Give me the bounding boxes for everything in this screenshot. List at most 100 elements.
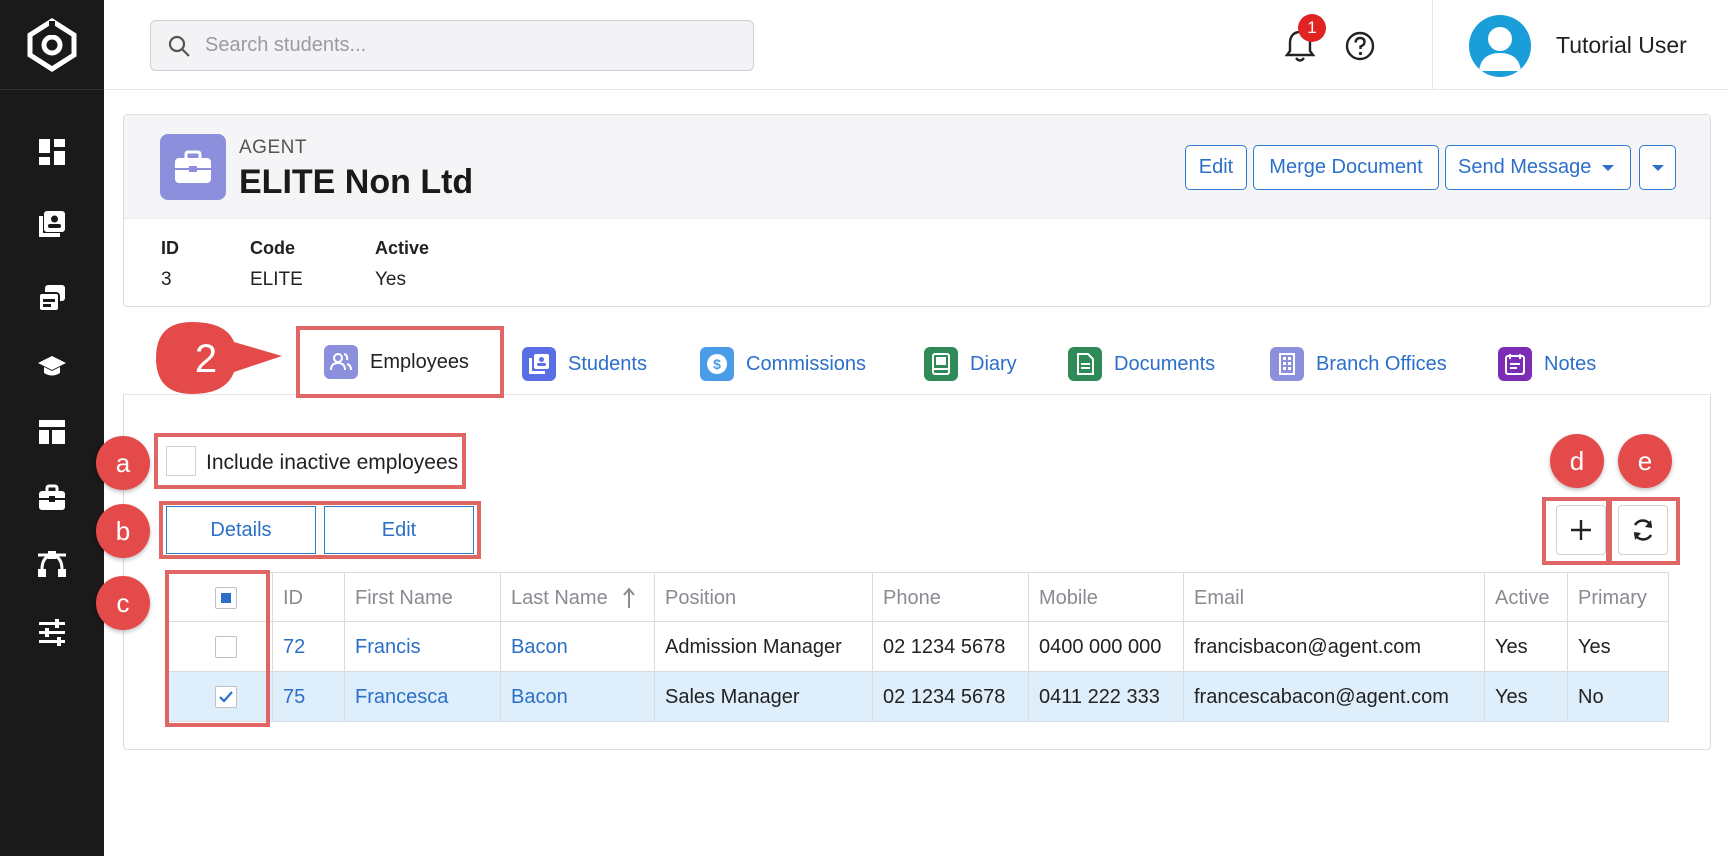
employee-first-name-link[interactable]: Francesca [344, 672, 500, 722]
callout-e: e [1618, 434, 1672, 488]
column-header-phone[interactable]: Phone [872, 573, 1028, 623]
field-value-code: ELITE [250, 269, 303, 290]
nav-courses[interactable] [0, 270, 104, 326]
tab-documents[interactable]: Documents [1068, 338, 1215, 390]
add-employee-button[interactable] [1556, 505, 1606, 555]
column-header-email[interactable]: Email [1183, 573, 1484, 623]
employee-id-link[interactable]: 72 [272, 622, 344, 672]
notification-badge: 1 [1298, 14, 1326, 42]
column-header-first-name[interactable]: First Name [344, 573, 500, 623]
contact-card-icon [522, 347, 556, 381]
search-input[interactable] [205, 34, 725, 57]
nav-network[interactable] [0, 536, 104, 592]
briefcase-icon [175, 150, 211, 183]
include-inactive-checkbox[interactable] [166, 446, 196, 476]
column-header-last-name-label: Last Name [511, 586, 608, 609]
callout-b: b [96, 504, 150, 558]
table-header-row: ID First Name Last Name Position Phone M… [165, 572, 1669, 623]
user-name[interactable]: Tutorial User [1556, 32, 1687, 59]
vector-nodes-icon [38, 551, 66, 577]
column-header-mobile[interactable]: Mobile [1028, 573, 1183, 623]
caret-down-icon [1651, 164, 1664, 171]
more-actions-button[interactable] [1639, 145, 1676, 190]
nav-contacts[interactable] [0, 196, 104, 252]
tab-commissions[interactable]: $ Commissions [700, 338, 866, 390]
callout-a: a [96, 436, 150, 490]
layout-icon [39, 420, 65, 444]
column-header-last-name[interactable]: Last Name [500, 573, 654, 623]
user-avatar[interactable] [1469, 15, 1531, 77]
top-bar: 1 Tutorial User [104, 0, 1729, 90]
document-icon [1068, 347, 1102, 381]
step-callout-number: 2 [194, 336, 218, 381]
record-type-label: AGENT [239, 137, 307, 158]
edit-button[interactable]: Edit [1185, 145, 1247, 190]
refresh-icon [1633, 519, 1653, 541]
tab-branch-offices[interactable]: Branch Offices [1270, 338, 1447, 390]
employee-primary: Yes [1567, 622, 1669, 672]
refresh-button[interactable] [1618, 505, 1668, 555]
agent-header: AGENT ELITE Non Ltd Edit Merge Document … [124, 115, 1710, 219]
tab-students[interactable]: Students [522, 338, 647, 390]
tab-diary[interactable]: Diary [924, 338, 1017, 390]
nav-layout[interactable] [0, 404, 104, 460]
field-value-active: Yes [375, 269, 406, 290]
edit-employee-button[interactable]: Edit [324, 506, 474, 554]
employee-first-name-link[interactable]: Francis [344, 622, 500, 672]
callout-d: d [1550, 434, 1604, 488]
employee-position: Admission Manager [654, 622, 872, 672]
table-row[interactable]: 75 Francesca Bacon Sales Manager 02 1234… [165, 672, 1669, 722]
employee-last-name-link[interactable]: Bacon [500, 672, 654, 722]
field-label-id: ID [161, 238, 179, 258]
callout-c: c [96, 576, 150, 630]
tab-diary-label: Diary [970, 352, 1017, 375]
field-label-code: Code [250, 238, 295, 258]
send-message-button[interactable]: Send Message [1445, 145, 1631, 190]
contact-card-icon [39, 211, 65, 237]
nav-agents[interactable] [0, 470, 104, 526]
tab-employees[interactable]: Employees [296, 326, 504, 398]
employee-id-link[interactable]: 75 [272, 672, 344, 722]
nav-education[interactable] [0, 338, 104, 394]
nav-dashboard[interactable] [0, 124, 104, 180]
notes-icon [1498, 347, 1532, 381]
employee-phone: 02 1234 5678 [872, 622, 1028, 672]
tab-documents-label: Documents [1114, 352, 1216, 375]
app-logo[interactable] [0, 0, 104, 90]
employee-email: francisbacon@agent.com [1183, 622, 1484, 672]
search-box[interactable] [150, 20, 754, 71]
send-message-label: Send Message [1458, 156, 1592, 178]
details-button[interactable]: Details [166, 506, 316, 554]
help-button[interactable] [1340, 26, 1380, 66]
topbar-divider [1432, 0, 1433, 90]
stacked-cards-icon [38, 285, 65, 312]
column-header-primary[interactable]: Primary [1567, 573, 1669, 623]
caret-down-icon [1602, 164, 1615, 171]
tab-commissions-label: Commissions [746, 352, 867, 375]
column-header-active[interactable]: Active [1484, 573, 1567, 623]
employee-position: Sales Manager [654, 672, 872, 722]
agent-avatar [160, 134, 226, 200]
graduation-cap-icon [38, 356, 66, 376]
employee-last-name-link[interactable]: Bacon [500, 622, 654, 672]
include-inactive-label: Include inactive employees [206, 451, 459, 474]
table-row[interactable]: 72 Francis Bacon Admission Manager 02 12… [165, 622, 1669, 672]
employee-email: francescabacon@agent.com [1183, 672, 1484, 722]
book-icon [924, 347, 958, 381]
highlight-selection-column [165, 570, 270, 727]
tab-notes[interactable]: Notes [1498, 338, 1596, 390]
users-icon [324, 345, 358, 379]
nav-settings[interactable] [0, 604, 104, 660]
field-value-id: 3 [161, 269, 172, 290]
column-header-position[interactable]: Position [654, 573, 872, 623]
employee-active: Yes [1484, 622, 1567, 672]
merge-document-button[interactable]: Merge Document [1253, 145, 1439, 190]
agent-summary-card: AGENT ELITE Non Ltd Edit Merge Document … [123, 114, 1711, 307]
tab-employees-label: Employees [370, 350, 469, 373]
tab-notes-label: Notes [1544, 352, 1597, 375]
svg-text:$: $ [713, 356, 721, 372]
employee-primary: No [1567, 672, 1669, 722]
field-label-active: Active [375, 238, 430, 258]
column-header-id[interactable]: ID [272, 573, 344, 623]
employee-mobile: 0400 000 000 [1028, 622, 1183, 672]
